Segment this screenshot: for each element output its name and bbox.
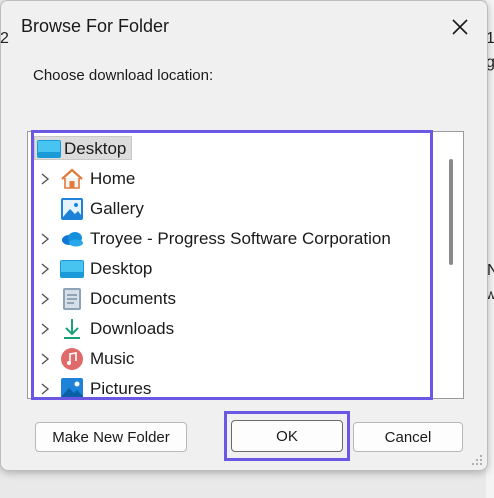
- tree-root-label: Desktop: [64, 139, 127, 158]
- chevron-right-icon[interactable]: [38, 352, 52, 366]
- chevron-right-icon[interactable]: [38, 172, 52, 186]
- tree-item-documents[interactable]: Documents: [34, 284, 429, 314]
- dialog-prompt: Choose download location:: [33, 67, 214, 84]
- resize-grip-icon[interactable]: [469, 452, 483, 466]
- close-icon: [452, 19, 468, 35]
- close-button[interactable]: [446, 13, 474, 41]
- desktop-folder-icon: [37, 140, 61, 163]
- music-icon: [61, 348, 83, 370]
- desktop-folder-icon: [60, 260, 84, 278]
- make-new-folder-button[interactable]: Make New Folder: [35, 422, 187, 452]
- chevron-right-icon[interactable]: [38, 322, 52, 336]
- cancel-button[interactable]: Cancel: [353, 422, 463, 452]
- dialog-title: Browse For Folder: [21, 16, 170, 36]
- tree-item-label: Troyee - Progress Software Corporation: [90, 229, 391, 248]
- tree-item-music[interactable]: Music: [34, 344, 429, 374]
- tree-item-label: Home: [90, 169, 136, 188]
- tree-item-label: Documents: [90, 289, 176, 308]
- tree-root-desktop[interactable]: Desktop: [34, 136, 132, 160]
- dialog-titlebar: Browse For Folder: [1, 1, 487, 53]
- tree-item-label: Pictures: [90, 379, 152, 398]
- tree-item-desktop[interactable]: Desktop: [34, 254, 429, 284]
- onedrive-cloud-icon: [62, 232, 83, 247]
- background-app-text: N: [487, 262, 494, 279]
- tree-item-onedrive[interactable]: Troyee - Progress Software Corporation: [34, 224, 429, 254]
- pictures-icon: [61, 378, 83, 400]
- tree-item-label: Downloads: [90, 319, 175, 338]
- chevron-right-icon[interactable]: [38, 292, 52, 306]
- tree-item-pictures[interactable]: Pictures: [34, 374, 429, 404]
- tree-scrollbar[interactable]: [445, 141, 457, 396]
- chevron-right-icon[interactable]: [38, 232, 52, 246]
- chevron-right-icon[interactable]: [38, 382, 52, 396]
- home-icon: [61, 168, 83, 189]
- documents-icon: [63, 288, 81, 310]
- background-app-text: 2: [0, 30, 9, 47]
- gallery-icon: [61, 198, 83, 220]
- scrollbar-thumb[interactable]: [449, 159, 453, 265]
- tree-item-label: Desktop: [90, 259, 153, 278]
- chevron-right-icon[interactable]: [38, 262, 52, 276]
- browse-for-folder-dialog: Browse For Folder Choose download locati…: [0, 0, 488, 471]
- ok-button[interactable]: OK: [231, 420, 343, 452]
- tree-item-home[interactable]: Home: [34, 164, 429, 194]
- tree-item-label: Music: [90, 349, 135, 368]
- tree-item-downloads[interactable]: Downloads: [34, 314, 429, 344]
- tree-item-gallery[interactable]: Gallery: [34, 194, 429, 224]
- tree-item-label: Gallery: [90, 199, 144, 218]
- downloads-icon: [64, 319, 80, 339]
